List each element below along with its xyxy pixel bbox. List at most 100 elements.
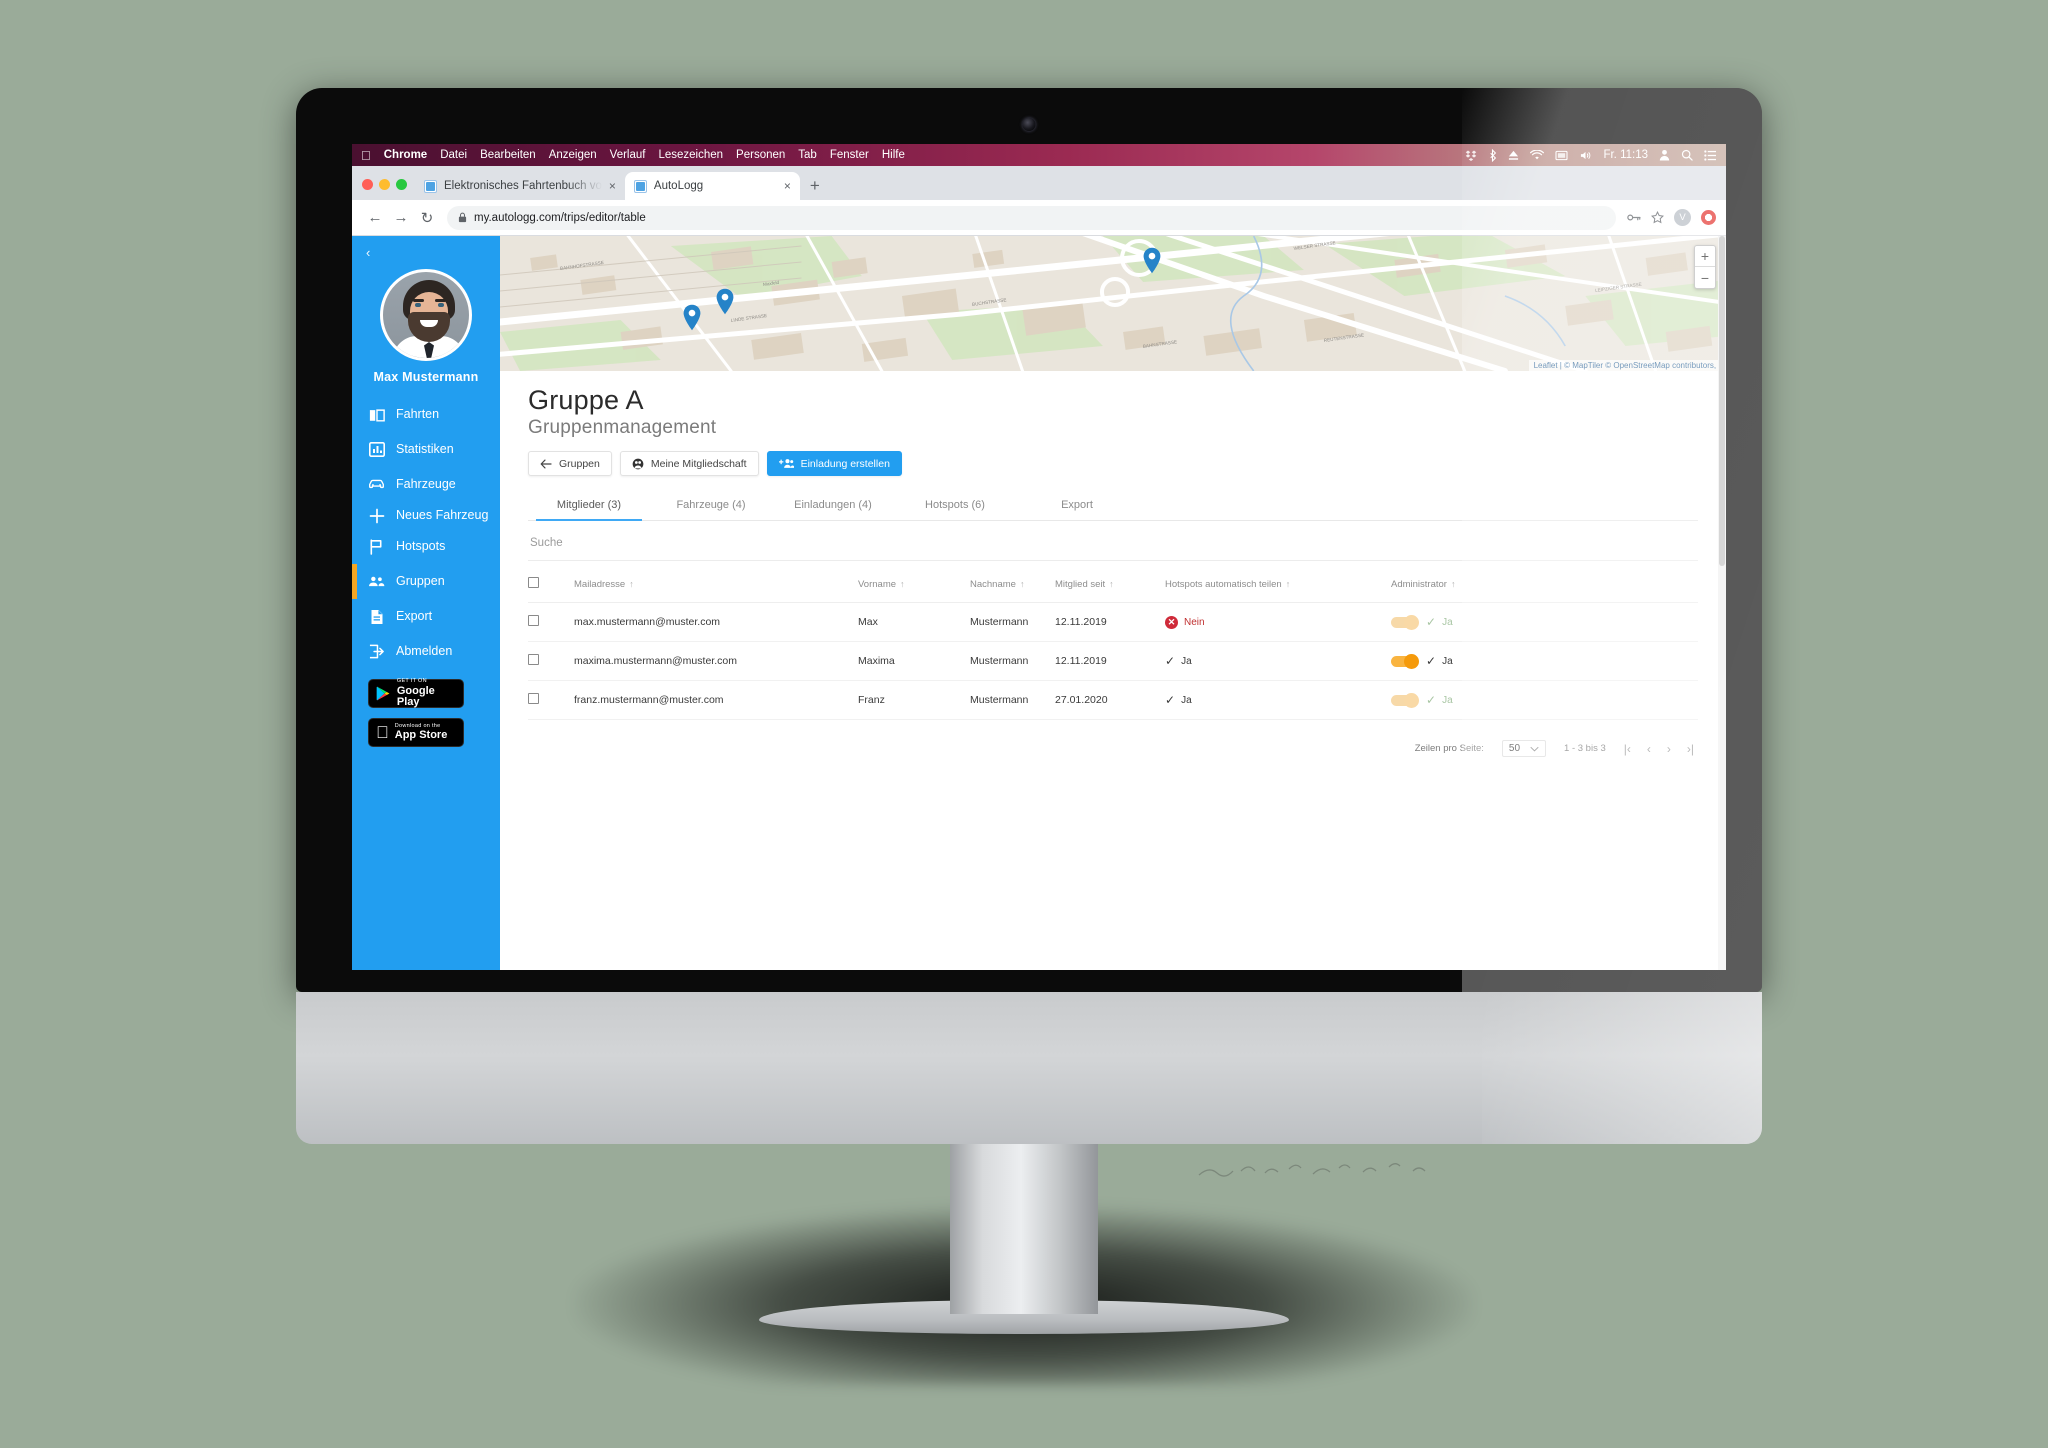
browser-tab-2[interactable]: AutoLogg × bbox=[624, 172, 800, 200]
menu-fenster[interactable]: Fenster bbox=[830, 149, 869, 161]
page-subtitle: Gruppenmanagement bbox=[528, 417, 717, 438]
new-tab-button[interactable]: + bbox=[800, 177, 830, 200]
map-zoom-in-button[interactable]: + bbox=[1695, 246, 1715, 267]
extension-icon[interactable] bbox=[1701, 210, 1716, 225]
table-row[interactable]: maxima.mustermann@muster.com Maxima Must… bbox=[528, 641, 1698, 681]
admin-toggle[interactable] bbox=[1391, 692, 1419, 708]
menu-chrome[interactable]: Chrome bbox=[384, 149, 427, 161]
sidebar-item-label: Hotspots bbox=[396, 539, 446, 554]
menubar-clock[interactable]: Fr. 11:13 bbox=[1603, 149, 1648, 161]
tab-close-icon[interactable]: × bbox=[609, 179, 616, 193]
tab-mitglieder[interactable]: Mitglieder (3) bbox=[528, 492, 650, 521]
row-checkbox[interactable] bbox=[528, 654, 539, 665]
row-checkbox[interactable] bbox=[528, 693, 539, 704]
sort-asc-icon: ↑ bbox=[629, 578, 634, 589]
star-icon[interactable] bbox=[1651, 211, 1664, 224]
tab-export[interactable]: Export bbox=[1016, 492, 1138, 520]
page-scrollbar[interactable] bbox=[1718, 236, 1726, 970]
apple-icon[interactable]:  bbox=[361, 149, 371, 162]
eject-icon[interactable] bbox=[1508, 150, 1519, 161]
search-input[interactable] bbox=[530, 537, 850, 549]
map-pin-3[interactable] bbox=[1142, 247, 1162, 274]
sidebar-item-hotspots[interactable]: Hotspots bbox=[352, 529, 500, 564]
admin-toggle[interactable] bbox=[1391, 614, 1419, 630]
map-panel[interactable]: Maxfeld WELSER STRASSE LEIPZIGER STRASSE… bbox=[500, 236, 1726, 371]
map-pin-1[interactable] bbox=[682, 304, 702, 331]
header-vorname[interactable]: Vorname ↑ bbox=[858, 565, 970, 603]
map-zoom-controls: + − bbox=[1694, 245, 1716, 289]
table-row[interactable]: max.mustermann@muster.com Max Mustermann… bbox=[528, 602, 1698, 642]
create-invitation-button[interactable]: Einladung erstellen bbox=[766, 451, 902, 476]
sidebar-item-abmelden[interactable]: Abmelden bbox=[352, 634, 500, 669]
back-icon[interactable]: ← bbox=[362, 205, 388, 231]
key-icon[interactable] bbox=[1627, 212, 1641, 223]
header-administrator[interactable]: Administrator ↑ bbox=[1391, 565, 1698, 603]
sidebar-item-statistiken[interactable]: Statistiken bbox=[352, 432, 500, 467]
tab-favicon bbox=[424, 179, 437, 193]
next-page-button[interactable]: › bbox=[1667, 742, 1671, 756]
tab-close-icon[interactable]: × bbox=[784, 179, 791, 193]
header-mailadresse[interactable]: Mailadresse ↑ bbox=[574, 565, 858, 603]
search-row bbox=[528, 521, 1698, 561]
first-page-button[interactable]: |‹ bbox=[1624, 742, 1631, 756]
google-play-badge[interactable]: GET IT ON Google Play bbox=[368, 679, 464, 708]
minimize-window-button[interactable] bbox=[379, 179, 390, 190]
tab-hotspots[interactable]: Hotspots (6) bbox=[894, 492, 1016, 520]
menu-tab[interactable]: Tab bbox=[798, 149, 817, 161]
wifi-icon[interactable] bbox=[1530, 149, 1545, 161]
last-page-button[interactable]: ›| bbox=[1687, 742, 1694, 756]
back-to-groups-button[interactable]: Gruppen bbox=[528, 451, 612, 476]
screen-icon[interactable] bbox=[1555, 150, 1569, 161]
menu-datei[interactable]: Datei bbox=[440, 149, 467, 161]
control-center-icon[interactable] bbox=[1704, 149, 1717, 161]
sidebar-item-gruppen[interactable]: Gruppen bbox=[352, 564, 500, 599]
header-nachname[interactable]: Nachname ↑ bbox=[970, 565, 1055, 603]
forward-icon[interactable]: → bbox=[388, 205, 414, 231]
sidebar-item-export[interactable]: Export bbox=[352, 599, 500, 634]
sidebar-item-label: Gruppen bbox=[396, 574, 445, 589]
my-membership-button[interactable]: Meine Mitgliedschaft bbox=[619, 451, 759, 476]
sidebar-item-fahrten[interactable]: Fahrten bbox=[352, 397, 500, 432]
avatar[interactable] bbox=[380, 269, 472, 361]
map-zoom-out-button[interactable]: − bbox=[1695, 267, 1715, 288]
sidebar-item-label: Abmelden bbox=[396, 644, 453, 659]
address-bar[interactable]: my.autologg.com/trips/editor/table bbox=[447, 205, 1616, 230]
bluetooth-icon[interactable] bbox=[1488, 148, 1497, 162]
prev-page-button[interactable]: ‹ bbox=[1647, 742, 1651, 756]
map-pin-2[interactable] bbox=[715, 288, 735, 315]
header-mitglied-seit[interactable]: Mitglied seit ↑ bbox=[1055, 565, 1165, 603]
sidebar-item-fahrzeuge[interactable]: Fahrzeuge bbox=[352, 467, 500, 502]
app-store-badge[interactable]:  Download on the App Store bbox=[368, 718, 464, 747]
profile-avatar[interactable]: V bbox=[1674, 209, 1691, 226]
header-hotspots-teilen[interactable]: Hotspots automatisch teilen ↑ bbox=[1165, 565, 1391, 603]
sidebar-item-neues-fahrzeug[interactable]: Neues Fahrzeug bbox=[352, 502, 500, 529]
dropbox-icon[interactable] bbox=[1465, 149, 1477, 161]
tab-einladungen[interactable]: Einladungen (4) bbox=[772, 492, 894, 520]
user-icon[interactable] bbox=[1659, 149, 1670, 161]
action-button-row: Gruppen Meine Mitgliedschaft Einladung e… bbox=[528, 451, 1698, 476]
menu-lesezeichen[interactable]: Lesezeichen bbox=[658, 149, 723, 161]
sidebar-collapse-button[interactable]: ‹ bbox=[352, 244, 500, 263]
menu-hilfe[interactable]: Hilfe bbox=[882, 149, 905, 161]
table-row[interactable]: franz.mustermann@muster.com Franz Muster… bbox=[528, 680, 1698, 720]
menu-anzeigen[interactable]: Anzeigen bbox=[549, 149, 597, 161]
close-window-button[interactable] bbox=[362, 179, 373, 190]
cell-email: maxima.mustermann@muster.com bbox=[574, 641, 858, 681]
menu-personen[interactable]: Personen bbox=[736, 149, 785, 161]
cell-first-name: Franz bbox=[858, 680, 970, 720]
menu-bearbeiten[interactable]: Bearbeiten bbox=[480, 149, 536, 161]
chart-icon bbox=[368, 441, 385, 458]
reload-icon[interactable]: ↻ bbox=[414, 205, 440, 231]
browser-tab-1[interactable]: Elektronisches Fahrtenbuch vo × bbox=[415, 172, 625, 200]
row-checkbox[interactable] bbox=[528, 615, 539, 626]
scrollbar-thumb[interactable] bbox=[1719, 236, 1725, 566]
maximize-window-button[interactable] bbox=[396, 179, 407, 190]
tab-fahrzeuge[interactable]: Fahrzeuge (4) bbox=[650, 492, 772, 520]
admin-toggle[interactable] bbox=[1391, 653, 1419, 669]
map-attribution[interactable]: Leaflet | © MapTiler © OpenStreetMap con… bbox=[1528, 360, 1726, 371]
search-icon[interactable] bbox=[1681, 149, 1693, 161]
rows-per-page-select[interactable]: 50 bbox=[1501, 740, 1547, 757]
menu-verlauf[interactable]: Verlauf bbox=[610, 149, 646, 161]
volume-icon[interactable] bbox=[1579, 150, 1592, 161]
select-all-checkbox[interactable] bbox=[528, 577, 539, 588]
